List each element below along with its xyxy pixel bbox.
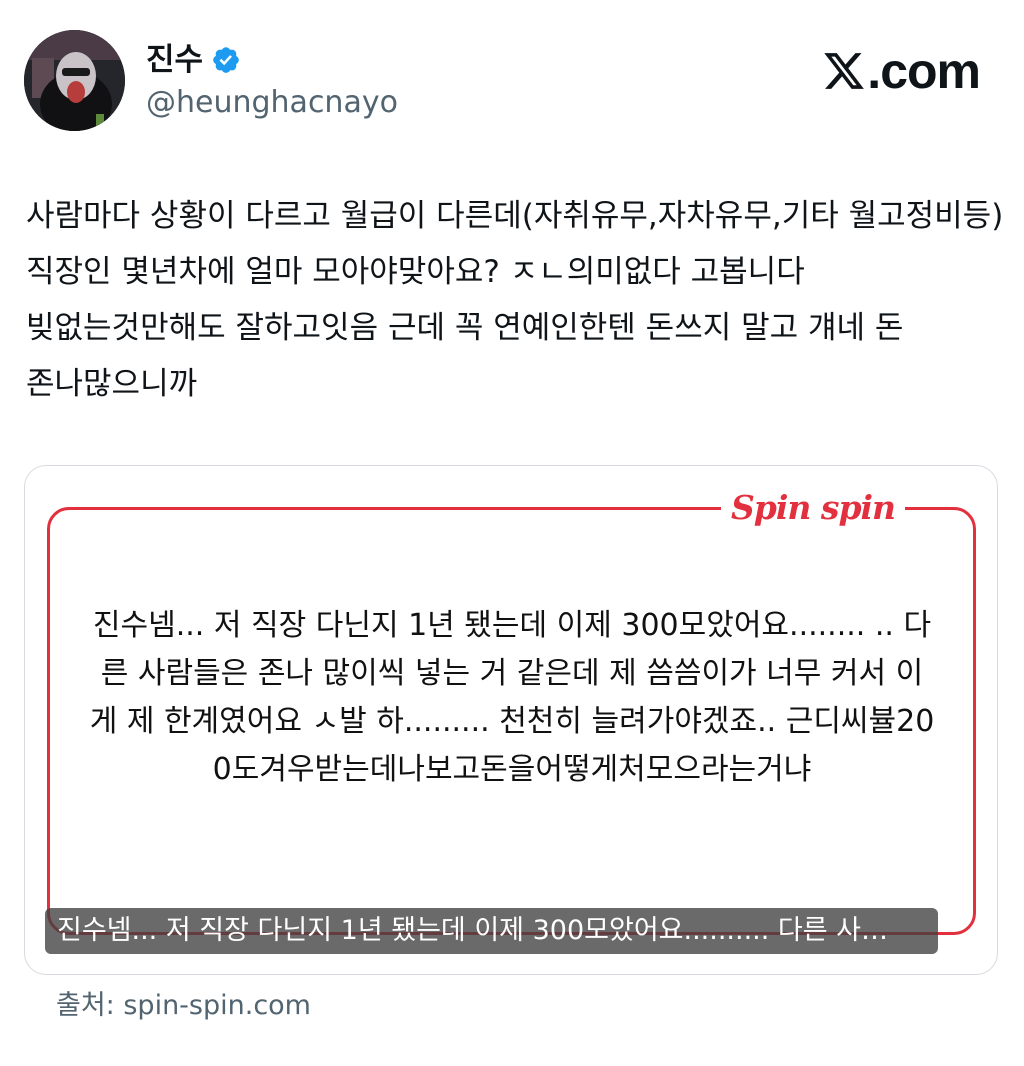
author-name-row: 진수: [146, 38, 241, 82]
quote-text: 진수넴... 저 직장 다닌지 1년 됐는데 이제 300모았어요.......…: [89, 608, 935, 787]
x-logo-icon: [824, 53, 865, 89]
author-display-name[interactable]: 진수: [146, 38, 203, 82]
avatar-image: [24, 30, 125, 131]
source-link[interactable]: 출처: spin-spin.com: [56, 986, 311, 1026]
media-card[interactable]: Spin spin 진수넴... 저 직장 다닌지 1년 됐는데 이제 300모…: [24, 465, 998, 975]
verified-badge-icon: [213, 47, 239, 73]
image-alt-caption: 진수넴... 저 직장 다닌지 1년 됐는데 이제 300모았어요.......…: [45, 908, 938, 954]
brand-domain: .com: [867, 43, 981, 99]
avatar[interactable]: [24, 30, 125, 131]
brand-logo: .com: [821, 42, 981, 100]
author-handle[interactable]: @heunghacnayo: [146, 82, 398, 124]
spin-spin-logo: Spin spin: [721, 482, 905, 532]
tweet-text: 사람마다 상황이 다르고 월급이 다른데(자취유무,자차유무,기타 월고정비등)…: [26, 198, 1004, 402]
